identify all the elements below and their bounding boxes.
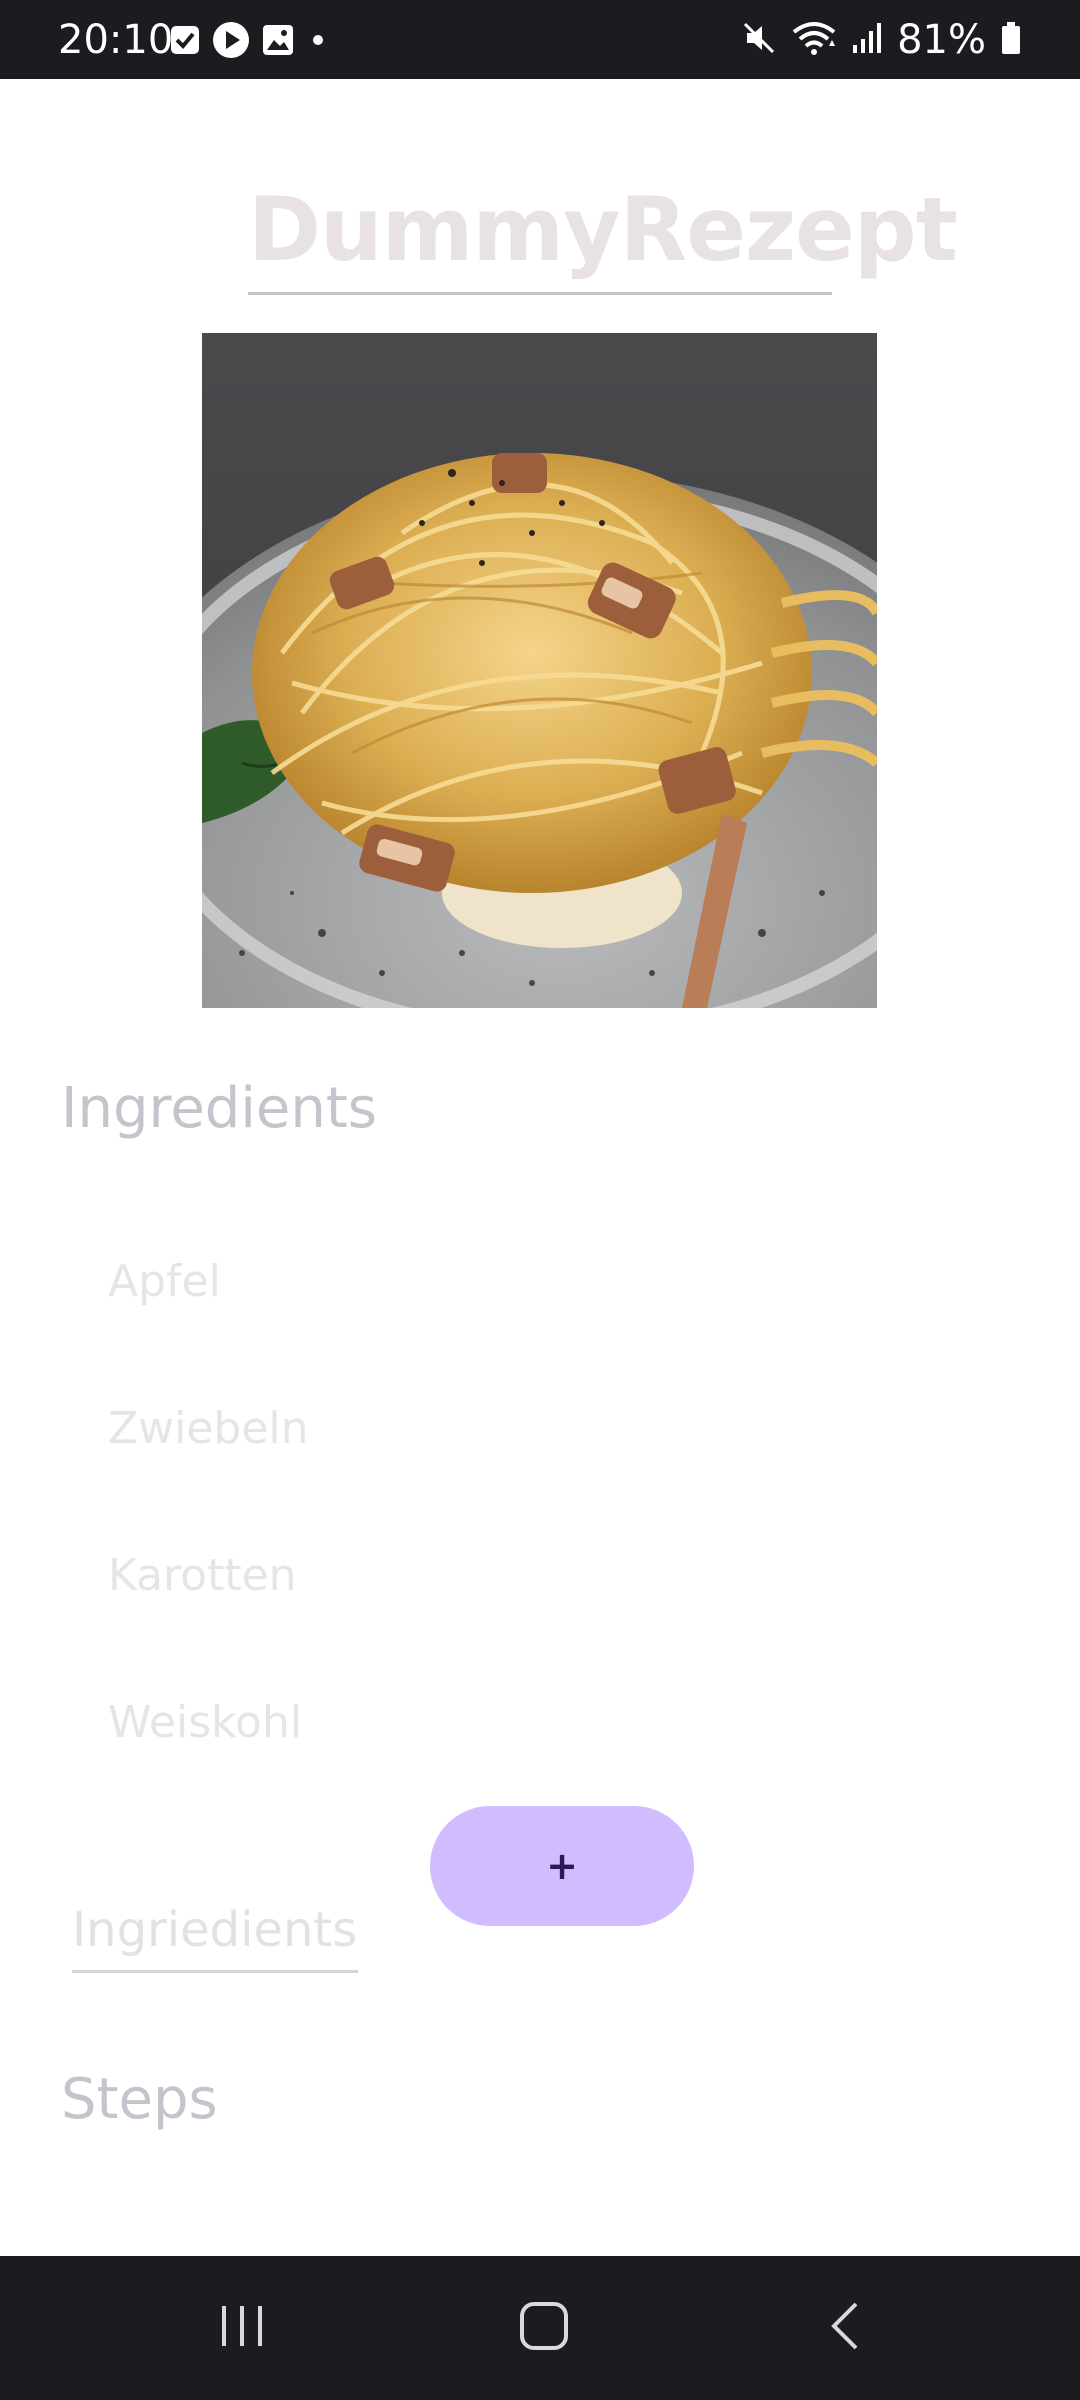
add-button-label: + — [546, 1844, 578, 1888]
recipe-title[interactable]: DummyRezept — [248, 170, 958, 290]
signal-icon — [851, 21, 883, 59]
status-time: 20:10 — [58, 17, 174, 63]
battery-icon — [1000, 21, 1022, 59]
home-icon — [514, 2296, 574, 2360]
play-notification-icon — [212, 21, 250, 63]
checkbox-notification-icon — [170, 25, 200, 59]
add-ingredient-button[interactable]: + — [430, 1806, 694, 1926]
ingredient-input[interactable] — [72, 1890, 358, 1973]
recent-apps-button[interactable] — [172, 2256, 312, 2400]
steps-header: Steps — [61, 2067, 218, 2132]
ingredients-header: Ingredients — [61, 1076, 377, 1141]
recent-apps-icon — [212, 2296, 272, 2360]
dot-icon — [306, 28, 330, 56]
ingredient-item[interactable]: Apfel — [108, 1252, 221, 1312]
recipe-screen: 20:10 81% DummyRezept Ingredients Apfel … — [0, 0, 1080, 2400]
wifi-icon — [791, 20, 837, 60]
back-icon — [818, 2296, 878, 2360]
home-button[interactable] — [474, 2256, 614, 2400]
status-right-icons: 81% — [741, 18, 1022, 62]
title-underline — [248, 292, 832, 295]
battery-percent: 81% — [897, 17, 986, 63]
status-bar: 20:10 81% — [0, 0, 1080, 79]
ingredient-item[interactable]: Zwiebeln — [108, 1399, 309, 1459]
notification-icons — [170, 21, 330, 63]
ingredient-item[interactable]: Karotten — [108, 1546, 297, 1606]
ingredient-item[interactable]: Weiskohl — [108, 1693, 302, 1753]
mute-icon — [741, 20, 777, 60]
image-notification-icon — [262, 24, 294, 60]
recipe-image — [202, 333, 877, 1008]
back-button[interactable] — [778, 2256, 918, 2400]
navigation-bar — [0, 2256, 1080, 2400]
